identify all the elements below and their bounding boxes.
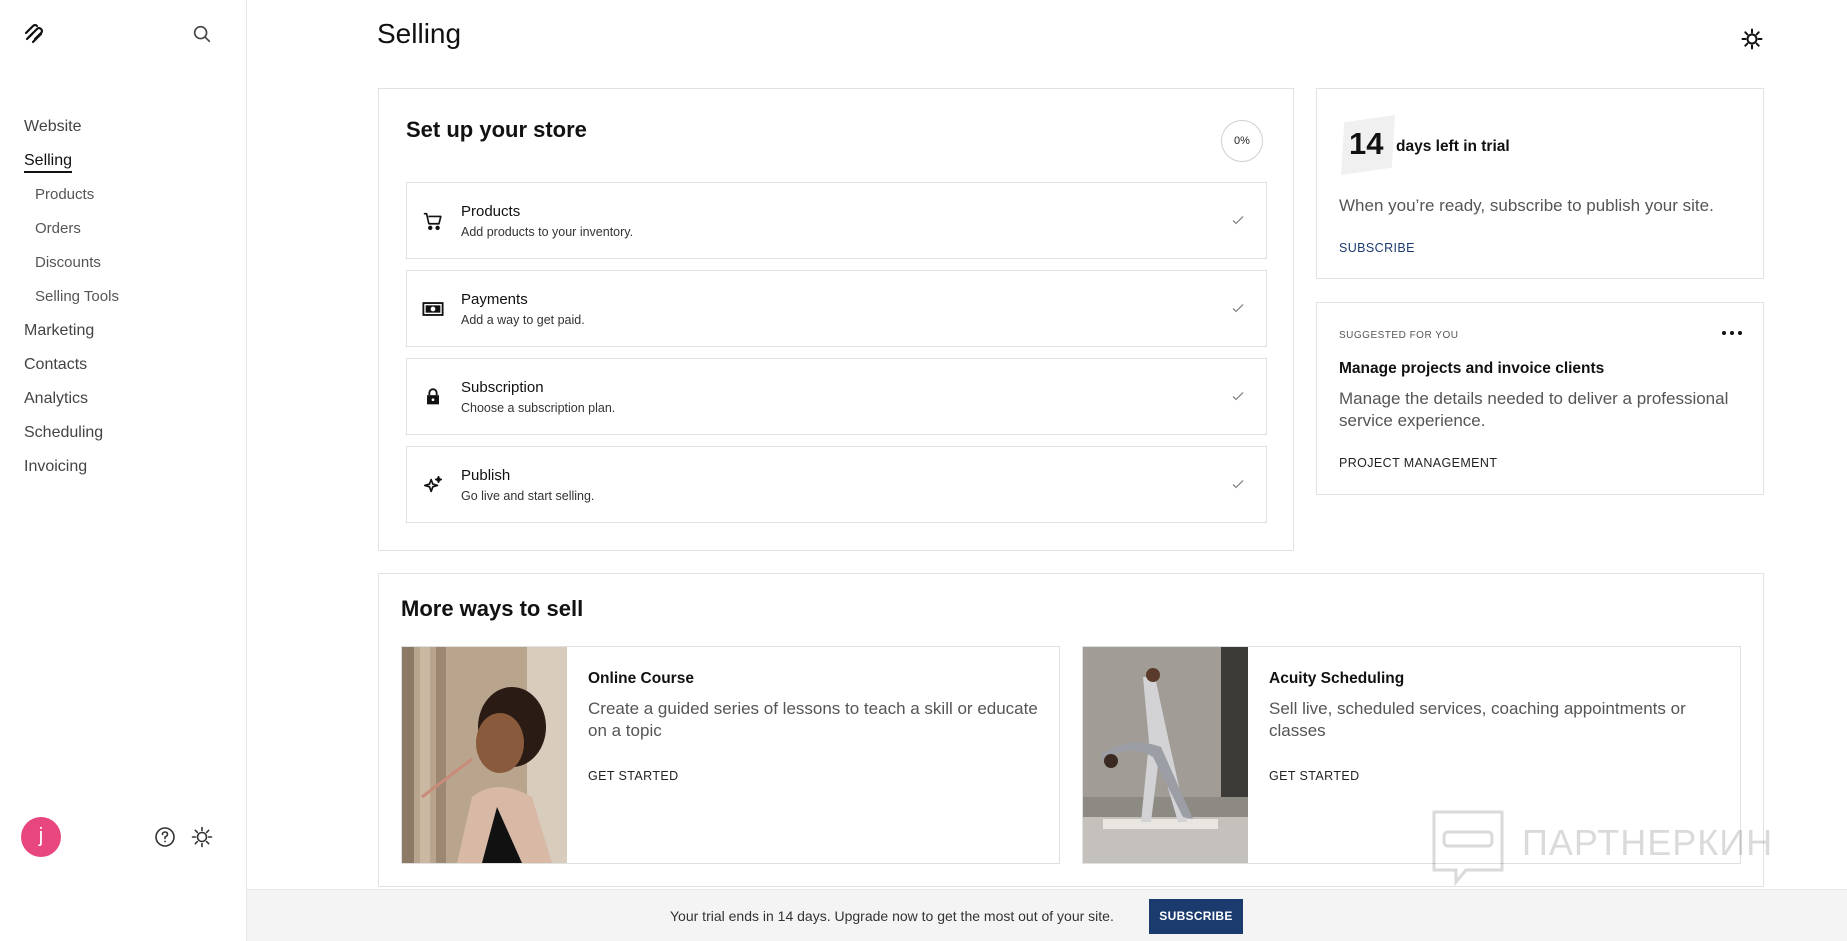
setup-step-subscription[interactable]: Subscription Choose a subscription plan.	[406, 358, 1267, 435]
setup-step-publish[interactable]: Publish Go live and start selling.	[406, 446, 1267, 523]
setup-store-card: Set up your store 0% Products Add produc…	[378, 88, 1294, 551]
search-icon[interactable]	[191, 23, 213, 45]
trial-days-badge: 14	[1341, 115, 1395, 175]
cart-icon	[423, 212, 442, 231]
nav-subitem-selling-tools[interactable]: Selling Tools	[24, 280, 119, 314]
sparkle-icon	[423, 475, 443, 493]
nav-subitem-orders[interactable]: Orders	[24, 212, 119, 246]
lock-icon	[427, 388, 439, 405]
nav-item-analytics[interactable]: Analytics	[24, 382, 119, 416]
tile-title: Acuity Scheduling	[1269, 670, 1405, 687]
project-management-link[interactable]: PROJECT MANAGEMENT	[1339, 456, 1497, 470]
step-description: Add a way to get paid.	[461, 313, 585, 327]
watermark-text: ПАРТНЕРКИН	[1522, 822, 1774, 863]
trial-card: 14 days left in trial When you’re ready,…	[1316, 88, 1764, 279]
get-started-link[interactable]: GET STARTED	[1269, 769, 1360, 783]
tile-online-course[interactable]: Online Course Create a guided series of …	[401, 646, 1060, 864]
page-title: Selling	[377, 18, 462, 49]
step-title: Products	[461, 203, 521, 220]
more-ways-title: More ways to sell	[401, 596, 584, 621]
banner-text: Your trial ends in 14 days. Upgrade now …	[670, 908, 1114, 924]
nav-subitem-products[interactable]: Products	[24, 178, 119, 212]
trial-banner: Your trial ends in 14 days. Upgrade now …	[247, 889, 1847, 941]
watermark: ПАРТНЕРКИН	[1430, 808, 1800, 887]
step-title: Payments	[461, 291, 528, 308]
step-title: Subscription	[461, 379, 544, 396]
gear-icon[interactable]	[190, 825, 214, 849]
nav-item-marketing[interactable]: Marketing	[24, 314, 119, 348]
trial-days-number: 14	[1349, 126, 1384, 161]
help-icon[interactable]	[153, 825, 177, 849]
acuity-scheduling-image	[1083, 647, 1248, 863]
check-icon	[1232, 304, 1244, 313]
get-started-link[interactable]: GET STARTED	[588, 769, 679, 783]
money-icon	[422, 302, 444, 316]
sidebar: Website Selling Products Orders Discount…	[0, 0, 247, 941]
suggested-card: SUGGESTED FOR YOU Manage projects and in…	[1316, 302, 1764, 495]
suggested-title: Manage projects and invoice clients	[1339, 360, 1605, 377]
nav-item-scheduling[interactable]: Scheduling	[24, 416, 119, 450]
trial-label: days left in trial	[1396, 138, 1510, 155]
setup-title: Set up your store	[406, 117, 587, 142]
suggested-description: Manage the details needed to deliver a p…	[1339, 389, 1729, 430]
tile-description: Create a guided series of lessons to tea…	[588, 699, 1038, 740]
nav-item-invoicing[interactable]: Invoicing	[24, 450, 119, 484]
progress-indicator: 0%	[1221, 120, 1263, 162]
step-title: Publish	[461, 467, 511, 484]
setup-step-products[interactable]: Products Add products to your inventory.	[406, 182, 1267, 259]
nav-subitem-discounts[interactable]: Discounts	[24, 246, 119, 280]
sidebar-nav: Website Selling Products Orders Discount…	[24, 110, 119, 484]
step-description: Choose a subscription plan.	[461, 401, 616, 415]
avatar[interactable]: j	[21, 817, 61, 857]
trial-description: When you’re ready, subscribe to publish …	[1339, 196, 1714, 215]
setup-step-payments[interactable]: Payments Add a way to get paid.	[406, 270, 1267, 347]
tile-description: Sell live, scheduled services, coaching …	[1269, 699, 1686, 740]
nav-item-selling[interactable]: Selling	[24, 144, 119, 178]
squarespace-logo-icon[interactable]	[22, 22, 46, 46]
step-description: Go live and start selling.	[461, 489, 595, 503]
watermark-logo-icon	[1432, 810, 1504, 887]
subscribe-button[interactable]: SUBSCRIBE	[1149, 899, 1243, 934]
tile-title: Online Course	[588, 670, 694, 687]
nav-item-website[interactable]: Website	[24, 110, 119, 144]
nav-item-contacts[interactable]: Contacts	[24, 348, 119, 382]
check-icon	[1232, 480, 1244, 489]
subscribe-link[interactable]: SUBSCRIBE	[1339, 241, 1415, 255]
settings-icon[interactable]	[1740, 27, 1764, 51]
check-icon	[1232, 216, 1244, 225]
step-description: Add products to your inventory.	[461, 225, 634, 239]
suggested-kicker: SUGGESTED FOR YOU	[1339, 330, 1459, 341]
online-course-image	[402, 647, 567, 863]
check-icon	[1232, 392, 1244, 401]
more-options-icon[interactable]	[1717, 325, 1747, 341]
